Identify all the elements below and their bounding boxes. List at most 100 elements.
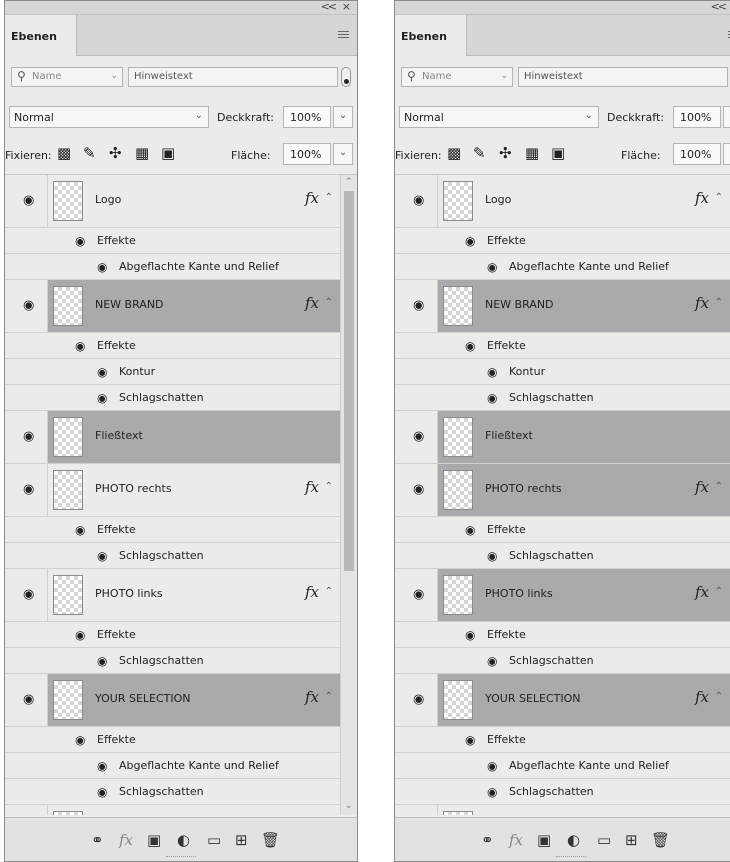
effects-row[interactable]: ◉ Effekte xyxy=(395,517,730,543)
eye-icon[interactable]: ◉ xyxy=(487,365,497,379)
fx-icon[interactable]: fx xyxy=(305,688,319,706)
layer-name[interactable]: NEW BRAND xyxy=(485,298,554,311)
eye-icon[interactable]: ◉ xyxy=(23,429,34,444)
opacity-field[interactable]: 100% xyxy=(673,106,721,128)
layer-thumbnail[interactable] xyxy=(443,181,473,221)
eye-icon[interactable]: ◉ xyxy=(413,298,424,313)
collapse-icon[interactable]: << xyxy=(711,1,728,13)
eye-icon[interactable]: ◉ xyxy=(413,193,424,208)
fill-field[interactable]: 100% xyxy=(673,143,721,165)
fill-dropdown-button[interactable]: ⌄ xyxy=(723,143,730,165)
resize-grip[interactable] xyxy=(556,856,586,861)
effect-item[interactable]: ◉ Schlagschatten xyxy=(395,385,730,411)
chevron-up-icon[interactable]: ⌃ xyxy=(715,691,723,702)
eye-icon[interactable]: ◉ xyxy=(97,785,107,799)
layer-thumbnail[interactable] xyxy=(53,811,83,815)
fx-icon[interactable]: fx xyxy=(305,294,319,312)
eye-icon[interactable]: ◉ xyxy=(97,365,107,379)
layer-thumbnail[interactable] xyxy=(443,470,473,510)
layer-row[interactable]: ◉ NEW BRAND fx ⌃ xyxy=(5,280,341,333)
layer-row[interactable]: ◉ NEW BRAND fx ⌃ xyxy=(395,280,730,333)
effects-row[interactable]: ◉ Effekte xyxy=(395,727,730,753)
fx-icon[interactable]: fx xyxy=(695,294,709,312)
layer-row[interactable]: ◉ Fließtext xyxy=(395,411,730,464)
visibility-cell[interactable] xyxy=(5,805,48,815)
effect-item[interactable]: ◉ Kontur xyxy=(395,359,730,385)
eye-icon[interactable]: ◉ xyxy=(97,391,107,405)
effect-item[interactable]: ◉ Schlagschatten xyxy=(395,543,730,569)
fx-icon[interactable]: fx xyxy=(695,688,709,706)
eye-icon[interactable]: ◉ xyxy=(97,260,107,274)
trash-icon[interactable]: 🗑 xyxy=(261,831,280,849)
visibility-cell[interactable] xyxy=(395,805,438,815)
eye-icon[interactable]: ◉ xyxy=(413,482,424,497)
lock-position-icon[interactable]: ✣ xyxy=(109,144,122,162)
layer-name[interactable]: PHOTO rechts xyxy=(485,482,562,495)
layer-name[interactable]: Logo xyxy=(485,193,511,206)
layer-name[interactable]: PHOTO links xyxy=(95,587,163,600)
eye-icon[interactable]: ◉ xyxy=(97,759,107,773)
effect-item[interactable]: ◉ Kontur xyxy=(5,359,341,385)
layer-list-scrollbar[interactable]: ⌃ ⌄ xyxy=(340,175,357,815)
eye-icon[interactable]: ◉ xyxy=(75,733,85,747)
lock-transparency-icon[interactable]: ▩ xyxy=(447,144,461,162)
eye-icon[interactable]: ◉ xyxy=(487,391,497,405)
tab-layers[interactable]: Ebenen xyxy=(395,15,467,56)
adjustment-icon[interactable]: ◐ xyxy=(177,831,190,849)
effect-item[interactable]: ◉ Abgeflachte Kante und Relief xyxy=(5,254,341,280)
lock-paint-icon[interactable]: ✎ xyxy=(473,144,486,162)
layer-name[interactable]: Fließtext xyxy=(95,429,143,442)
fx-icon[interactable]: fx xyxy=(695,189,709,207)
fx-icon[interactable]: fx xyxy=(509,831,523,849)
lock-all-icon[interactable]: ▣ xyxy=(551,144,565,162)
layer-row[interactable]: ◉Rote Linie oben xyxy=(5,805,341,815)
folder-icon[interactable]: ▭ xyxy=(207,831,221,849)
resize-grip[interactable] xyxy=(166,856,196,861)
fx-icon[interactable]: fx xyxy=(305,478,319,496)
fx-icon[interactable]: fx xyxy=(695,583,709,601)
effect-item[interactable]: ◉ Schlagschatten xyxy=(5,779,341,805)
effects-row[interactable]: ◉ Effekte xyxy=(5,727,341,753)
opacity-field[interactable]: 100% xyxy=(283,106,331,128)
layer-thumbnail[interactable] xyxy=(53,575,83,615)
fx-icon[interactable]: fx xyxy=(119,831,133,849)
layer-row[interactable]: ◉ PHOTO links fx ⌃ xyxy=(395,569,730,622)
effects-row[interactable]: ◉ Effekte xyxy=(395,333,730,359)
search-input[interactable]: Hinweistext xyxy=(518,67,728,87)
layer-thumbnail[interactable] xyxy=(53,680,83,720)
layer-row[interactable]: ◉ YOUR SELECTION fx ⌃ xyxy=(395,674,730,727)
close-icon[interactable]: × xyxy=(342,1,351,13)
eye-icon[interactable]: ◉ xyxy=(75,628,85,642)
eye-icon[interactable]: ◉ xyxy=(75,339,85,353)
eye-icon[interactable]: ◉ xyxy=(487,785,497,799)
effects-row[interactable]: ◉ Effekte xyxy=(5,333,341,359)
effect-item[interactable]: ◉ Schlagschatten xyxy=(5,648,341,674)
fill-field[interactable]: 100% xyxy=(283,143,331,165)
layer-row[interactable]: ◉ Fließtext xyxy=(5,411,341,464)
chevron-up-icon[interactable]: ⌃ xyxy=(325,586,333,597)
effect-item[interactable]: ◉ Schlagschatten xyxy=(395,779,730,805)
layer-thumbnail[interactable] xyxy=(53,181,83,221)
collapse-icon[interactable]: << xyxy=(321,1,338,13)
layer-thumbnail[interactable] xyxy=(443,575,473,615)
fx-icon[interactable]: fx xyxy=(695,478,709,496)
fill-dropdown-button[interactable]: ⌄ xyxy=(333,143,353,165)
layer-thumbnail[interactable] xyxy=(443,811,473,815)
chevron-up-icon[interactable]: ⌃ xyxy=(325,691,333,702)
chevron-up-icon[interactable]: ⌃ xyxy=(715,586,723,597)
layer-row[interactable]: ◉ Logo fx ⌃ xyxy=(5,175,341,228)
layer-name[interactable]: YOUR SELECTION xyxy=(485,692,581,705)
layer-name[interactable]: NEW BRAND xyxy=(95,298,164,311)
effect-item[interactable]: ◉ Schlagschatten xyxy=(395,648,730,674)
search-input[interactable]: Hinweistext xyxy=(128,67,338,87)
layer-name[interactable]: YOUR SELECTION xyxy=(95,692,191,705)
effects-row[interactable]: ◉ Effekte xyxy=(5,622,341,648)
eye-icon[interactable]: ◉ xyxy=(23,692,34,707)
chevron-up-icon[interactable]: ⌃ xyxy=(715,481,723,492)
layer-name[interactable]: PHOTO links xyxy=(485,587,553,600)
eye-icon[interactable]: ◉ xyxy=(465,339,475,353)
eye-icon[interactable]: ◉ xyxy=(465,234,475,248)
chevron-up-icon[interactable]: ⌃ xyxy=(325,192,333,203)
layer-name[interactable]: Logo xyxy=(95,193,121,206)
fx-icon[interactable]: fx xyxy=(305,189,319,207)
